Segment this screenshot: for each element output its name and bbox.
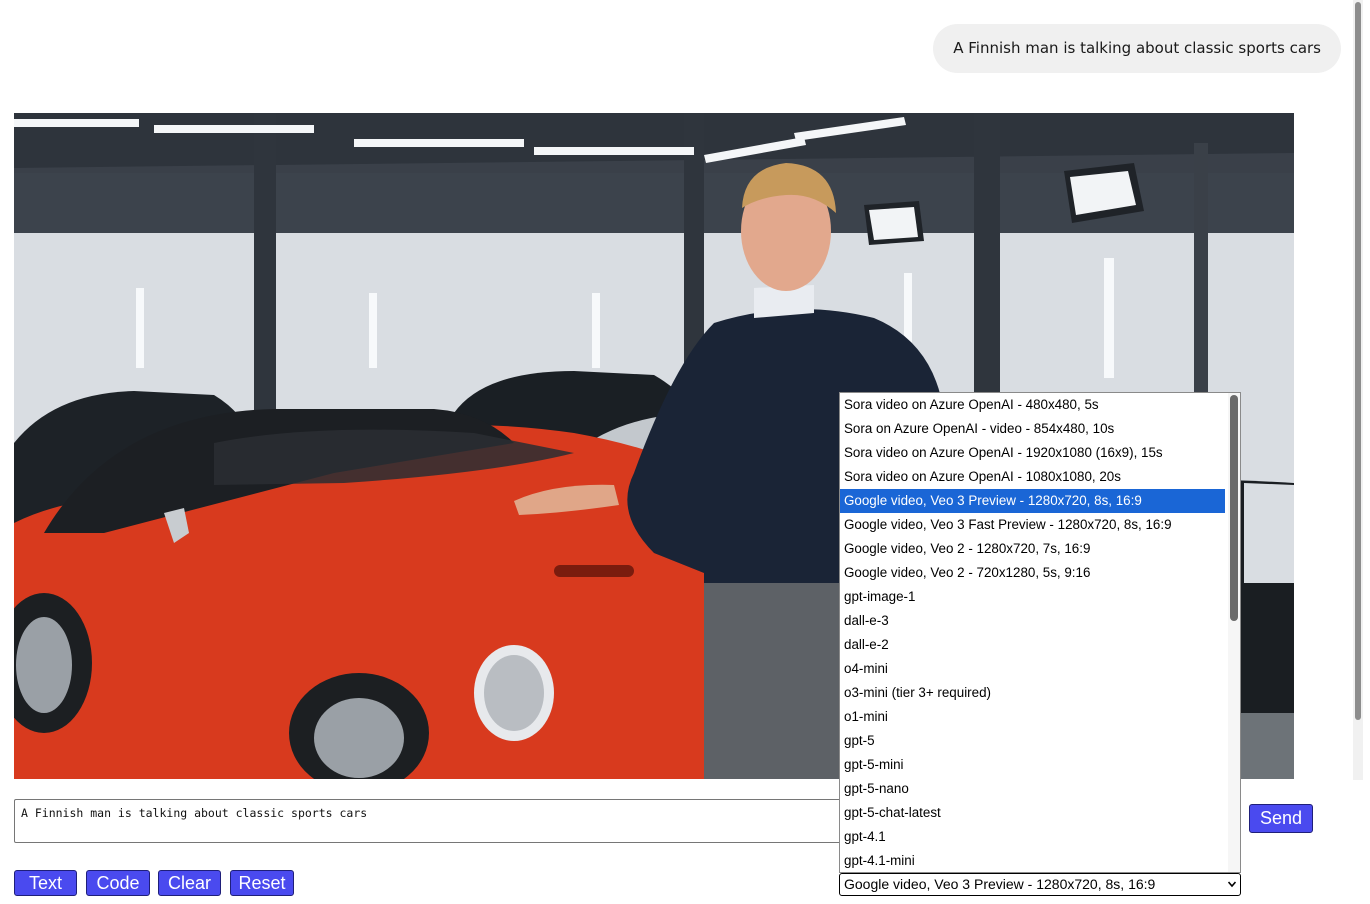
model-options-listbox[interactable]: Sora video on Azure OpenAI - 480x480, 5s… <box>839 392 1241 873</box>
model-option[interactable]: Sora video on Azure OpenAI - 480x480, 5s <box>840 393 1225 417</box>
model-option[interactable]: dall-e-2 <box>840 633 1225 657</box>
listbox-scroll-thumb[interactable] <box>1230 395 1238 621</box>
send-button[interactable]: Send <box>1249 804 1313 833</box>
model-select-value: Google video, Veo 3 Preview - 1280x720, … <box>844 876 1156 892</box>
model-option[interactable]: gpt-image-1 <box>840 585 1225 609</box>
listbox-scrollbar[interactable] <box>1228 393 1240 872</box>
reset-button[interactable]: Reset <box>230 870 294 896</box>
model-option[interactable]: gpt-4.1-mini <box>840 849 1225 872</box>
model-option[interactable]: Sora video on Azure OpenAI - 1080x1080, … <box>840 465 1225 489</box>
model-option[interactable]: o4-mini <box>840 657 1225 681</box>
model-option[interactable]: gpt-5-mini <box>840 753 1225 777</box>
model-option[interactable]: gpt-5-nano <box>840 777 1225 801</box>
chevron-down-icon <box>1228 881 1236 888</box>
model-option[interactable]: gpt-4.1 <box>840 825 1225 849</box>
text-button[interactable]: Text <box>14 870 77 896</box>
model-option[interactable]: dall-e-3 <box>840 609 1225 633</box>
model-select[interactable]: Google video, Veo 3 Preview - 1280x720, … <box>839 873 1241 896</box>
model-option[interactable]: Google video, Veo 2 - 720x1280, 5s, 9:16 <box>840 561 1225 585</box>
code-button[interactable]: Code <box>86 870 150 896</box>
clear-button[interactable]: Clear <box>158 870 221 896</box>
user-message-bubble: A Finnish man is talking about classic s… <box>933 24 1341 73</box>
model-option[interactable]: Google video, Veo 2 - 1280x720, 7s, 16:9 <box>840 537 1225 561</box>
chat-page: A Finnish man is talking about classic s… <box>0 0 1370 904</box>
model-option[interactable]: gpt-5-chat-latest <box>840 801 1225 825</box>
page-scrollbar[interactable] <box>1353 0 1363 780</box>
model-option[interactable]: o3-mini (tier 3+ required) <box>840 681 1225 705</box>
model-option[interactable]: o1-mini <box>840 705 1225 729</box>
model-option[interactable]: Sora on Azure OpenAI - video - 854x480, … <box>840 417 1225 441</box>
page-scroll-thumb[interactable] <box>1355 2 1361 720</box>
model-option-highlighted[interactable]: Google video, Veo 3 Preview - 1280x720, … <box>840 489 1225 513</box>
model-option[interactable]: Sora video on Azure OpenAI - 1920x1080 (… <box>840 441 1225 465</box>
model-option[interactable]: gpt-5 <box>840 729 1225 753</box>
model-option[interactable]: Google video, Veo 3 Fast Preview - 1280x… <box>840 513 1225 537</box>
